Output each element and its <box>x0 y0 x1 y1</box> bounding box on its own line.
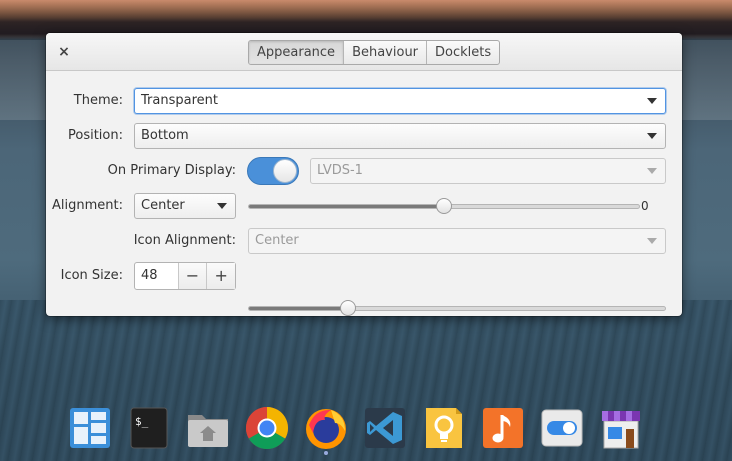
decrement-button[interactable]: − <box>177 263 207 289</box>
firefox-icon <box>306 409 346 449</box>
monitor-value: LVDS-1 <box>317 163 363 178</box>
tab-docklets[interactable]: Docklets <box>427 41 499 64</box>
appearance-settings: Theme: Transparent Position: Bottom On P… <box>46 71 682 316</box>
chevron-down-icon <box>647 98 657 104</box>
close-button[interactable]: × <box>54 42 74 62</box>
icon-alignment-combo: Center <box>248 228 666 254</box>
icon-size-input[interactable]: 48 <box>135 263 178 289</box>
chevron-down-icon <box>647 168 657 174</box>
theme-value: Transparent <box>141 93 218 108</box>
offset-value: 0 <box>641 199 649 213</box>
dock-item-multitasking[interactable] <box>65 403 115 453</box>
icon-size-slider[interactable] <box>248 306 666 311</box>
icon-size-slider-handle[interactable] <box>340 300 357 316</box>
primary-display-switch[interactable] <box>247 157 299 185</box>
dock-item-vscode[interactable] <box>360 403 410 453</box>
dock-item-ideas[interactable] <box>419 403 469 453</box>
multitasking-view-icon <box>70 408 110 448</box>
dock: $_ <box>62 403 662 461</box>
increment-button[interactable]: + <box>206 263 236 289</box>
position-combo[interactable]: Bottom <box>134 123 666 149</box>
chevron-down-icon <box>647 133 657 139</box>
dock-item-appcenter[interactable] <box>596 403 646 453</box>
primary-display-label: On Primary Display: <box>107 163 236 178</box>
tab-behaviour[interactable]: Behaviour <box>344 41 428 64</box>
dock-preferences-window: × Appearance Behaviour Docklets Theme: T… <box>46 33 682 316</box>
icon-size-slider-fill <box>249 307 350 310</box>
alignment-value: Center <box>141 198 185 213</box>
appcenter-icon <box>602 411 640 449</box>
dock-item-files[interactable] <box>183 403 233 453</box>
theme-label: Theme: <box>73 93 123 108</box>
icon-alignment-value: Center <box>255 233 299 248</box>
icon-size-spinbutton: 48 − + <box>134 262 236 290</box>
music-icon <box>483 408 523 448</box>
icon-size-label: Icon Size: <box>60 268 123 283</box>
dock-item-music[interactable] <box>478 403 528 453</box>
titlebar: × Appearance Behaviour Docklets <box>46 33 682 71</box>
files-icon <box>188 415 228 447</box>
offset-slider-fill <box>249 205 445 208</box>
position-value: Bottom <box>141 128 189 143</box>
terminal-icon: $_ <box>130 407 168 449</box>
switch-knob <box>273 159 297 183</box>
icon-alignment-label: Icon Alignment: <box>133 233 236 248</box>
monitor-combo: LVDS-1 <box>310 158 666 184</box>
position-label: Position: <box>68 128 123 143</box>
chrome-icon <box>245 407 289 450</box>
chevron-down-icon <box>647 238 657 244</box>
dock-item-firefox[interactable] <box>301 403 351 455</box>
running-indicator <box>324 451 328 455</box>
dock-item-chrome[interactable] <box>242 403 292 453</box>
ideas-icon <box>426 408 462 448</box>
settings-toggle-icon <box>541 409 583 447</box>
tab-switcher: Appearance Behaviour Docklets <box>248 40 501 65</box>
dock-item-settings[interactable] <box>537 403 587 453</box>
chevron-down-icon <box>217 203 227 209</box>
theme-combo[interactable]: Transparent <box>134 88 666 114</box>
tab-appearance[interactable]: Appearance <box>249 41 345 64</box>
vscode-icon <box>365 408 405 448</box>
dock-item-terminal[interactable]: $_ <box>124 403 174 453</box>
alignment-label: Alignment: <box>52 198 123 213</box>
offset-slider-handle[interactable] <box>436 198 452 214</box>
terminal-prompt-text: $_ <box>135 415 149 428</box>
alignment-combo[interactable]: Center <box>134 193 236 219</box>
